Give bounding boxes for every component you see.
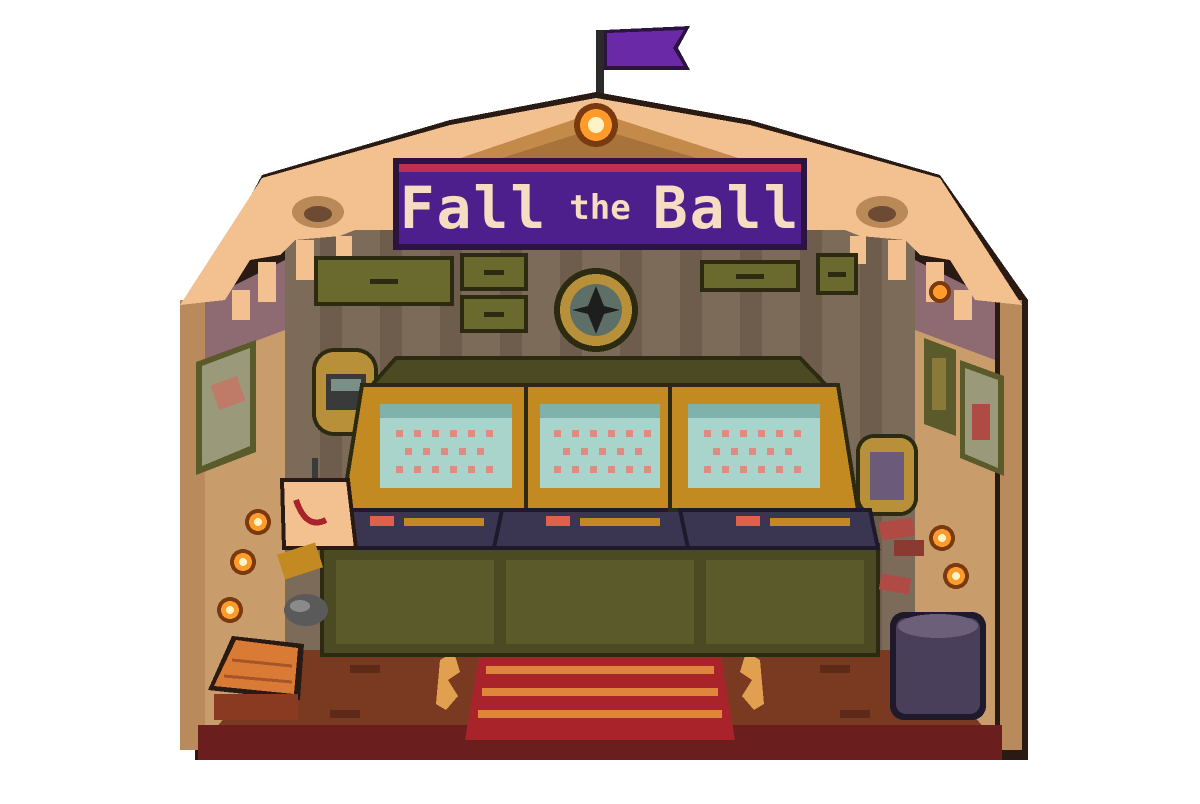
game-title: Fall the Ball [399, 172, 801, 244]
title-word-ball: Ball [652, 174, 801, 242]
poster-left [196, 340, 256, 475]
carpet [436, 650, 764, 740]
left-rock [284, 594, 328, 626]
game-scene: Fall the Ball [0, 0, 1200, 800]
top-lamp [574, 103, 618, 147]
wall-porthole [554, 268, 638, 352]
title-word-the: the [569, 188, 631, 228]
arcade-tent-illustration [180, 26, 1028, 760]
trash-bin[interactable] [890, 612, 986, 720]
wall-panel-right [856, 434, 918, 516]
title-word-fall: Fall [399, 174, 548, 242]
